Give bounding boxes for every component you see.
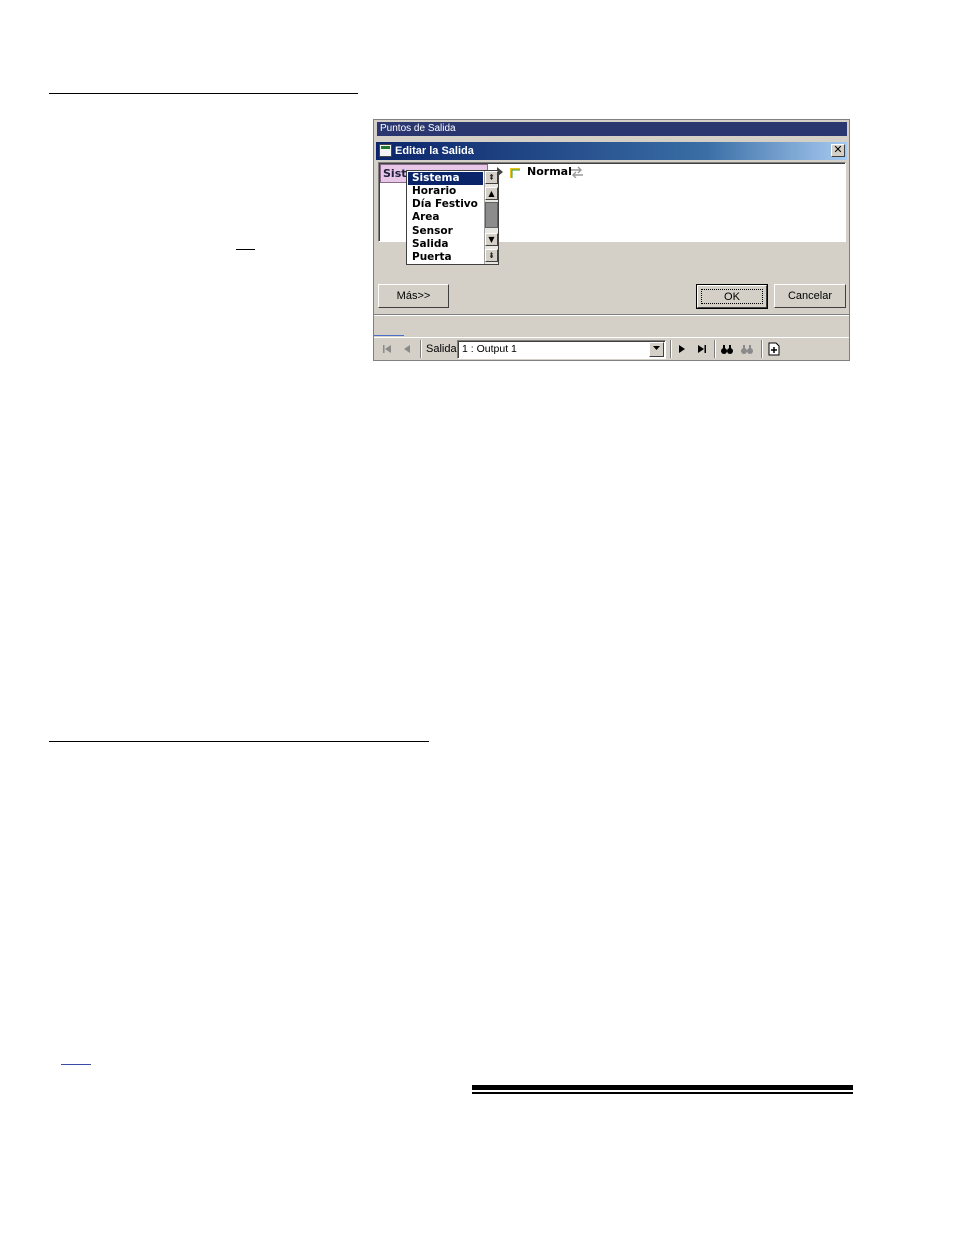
dialog-title: Editar la Salida: [395, 145, 474, 157]
last-record-icon[interactable]: [695, 342, 709, 356]
cancel-button-label: Cancelar: [787, 290, 833, 302]
dropdown-item-horario[interactable]: Horario: [408, 185, 483, 198]
tab-indicator: [374, 335, 404, 336]
salida-label: Salida:: [426, 343, 460, 355]
document-thick-rule: [472, 1085, 853, 1090]
close-icon: ✕: [833, 143, 843, 156]
document-thin-rule: [472, 1092, 853, 1094]
dialog-title-bar[interactable]: Editar la Salida ✕: [376, 142, 847, 160]
output-select[interactable]: 1 : Output 1: [457, 340, 666, 359]
cancel-button[interactable]: Cancelar: [774, 284, 846, 308]
scroll-down-icon: ▼: [488, 235, 495, 244]
window-separator: [374, 314, 849, 316]
dropdown-item-salida[interactable]: Salida: [408, 238, 483, 251]
find-next-icon[interactable]: [740, 342, 754, 356]
dropdown-item-dia-festivo[interactable]: Día Festivo: [408, 198, 483, 211]
document-short-rule: [236, 249, 255, 250]
output-select-value: 1 : Output 1: [462, 343, 517, 355]
toggle-state-icon[interactable]: [570, 166, 584, 178]
dialog-app-icon: [379, 144, 392, 157]
toolbar-divider: [714, 340, 716, 358]
document-rule-top: [49, 93, 358, 94]
chip-divider: [381, 182, 408, 183]
more-button-label: Más>>: [396, 290, 431, 302]
scroll-down-button[interactable]: ▼: [485, 233, 498, 246]
close-button[interactable]: ✕: [831, 144, 845, 157]
next-record-icon[interactable]: [675, 342, 689, 356]
scroll-up-button[interactable]: ▲: [485, 187, 498, 200]
ok-button[interactable]: OK: [696, 284, 768, 309]
more-button[interactable]: Más>>: [378, 284, 449, 308]
ok-focus-ring: [701, 289, 763, 304]
state-normal-icon: [510, 168, 520, 178]
output-select-dropdown-button[interactable]: [649, 342, 664, 357]
document-link-underline: [61, 1064, 91, 1065]
scroll-top-button[interactable]: ⇞: [485, 171, 498, 184]
dropdown-scrollbar[interactable]: ⇞ ▲ ▼ ⇟: [484, 171, 498, 264]
toolbar-divider: [420, 340, 422, 358]
scroll-thumb[interactable]: [485, 202, 498, 228]
scroll-top-icon: ⇞: [488, 173, 495, 182]
new-record-icon[interactable]: [767, 342, 781, 356]
prev-record-icon[interactable]: [400, 342, 414, 356]
dropdown-item-puerta[interactable]: Puerta: [408, 251, 483, 264]
scroll-up-icon: ▲: [488, 189, 495, 198]
record-toolbar: Salida: 1 : Output 1: [374, 337, 849, 360]
scroll-bottom-icon: ⇟: [488, 251, 495, 260]
dropdown-item-area[interactable]: Area: [408, 211, 483, 224]
toolbar-divider: [670, 340, 672, 358]
toolbar-divider: [761, 340, 763, 358]
scroll-bottom-button[interactable]: ⇟: [485, 249, 498, 262]
state-label[interactable]: Normal: [527, 165, 572, 179]
chevron-down-icon: [653, 346, 660, 350]
outer-window-title: Puntos de Salida: [377, 122, 847, 136]
document-rule-middle: [49, 741, 429, 742]
dropdown-item-sensor[interactable]: Sensor: [408, 225, 483, 238]
condition-type-dropdown[interactable]: Sistema Horario Día Festivo Area Sensor …: [406, 170, 499, 265]
find-icon[interactable]: [720, 342, 734, 356]
first-record-icon[interactable]: [380, 342, 394, 356]
dropdown-item-sistema[interactable]: Sistema: [408, 172, 483, 185]
